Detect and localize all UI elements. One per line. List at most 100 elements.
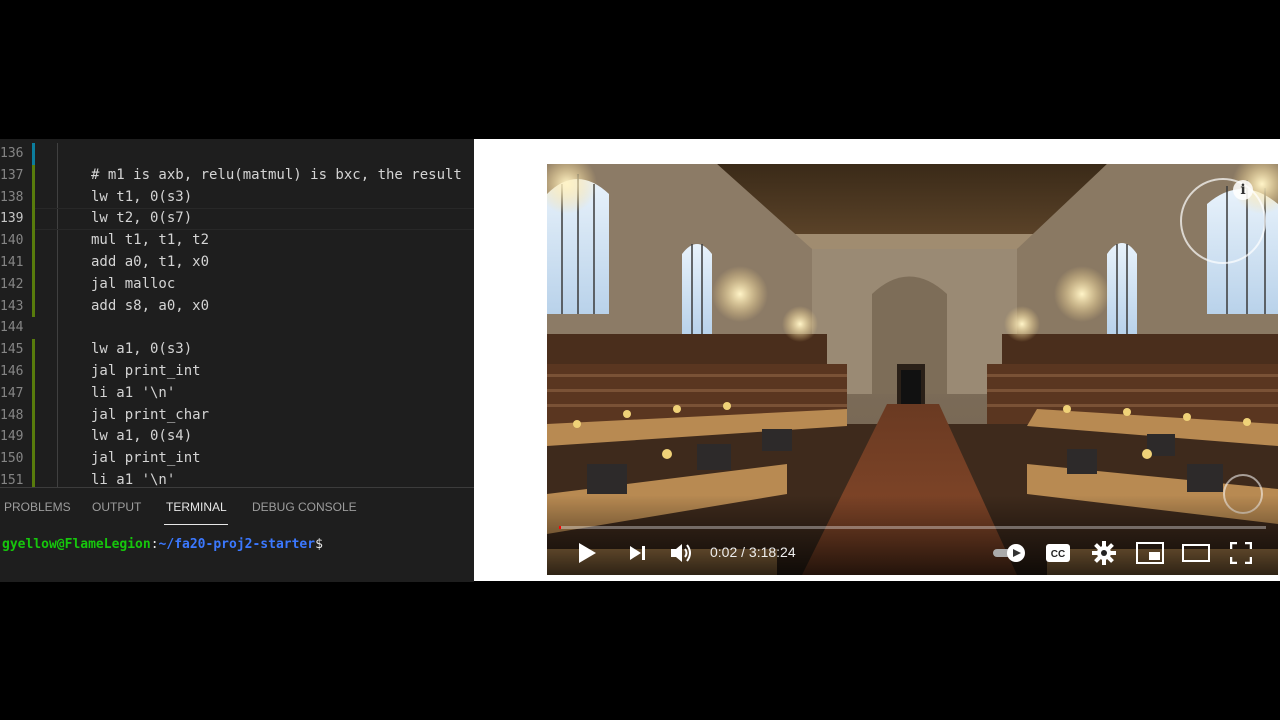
channel-logo[interactable] [1180,178,1266,264]
indent-guide [57,252,58,274]
line-number: 136 [0,146,24,161]
line-number: 149 [0,429,24,445]
git-change-marker[interactable] [32,186,35,209]
indent-guide [57,186,58,209]
autoplay-toggle-icon[interactable] [992,543,1028,563]
code-text: jal malloc [91,275,176,292]
indent-guide [57,426,58,449]
code-line[interactable]: 148 jal print_char [0,404,474,427]
code-line[interactable]: 142 jal malloc [0,273,474,296]
code-text: # m1 is axb, relu(matmul) is bxc, the re… [91,166,462,183]
line-number: 145 [0,342,24,358]
fullscreen-icon[interactable] [1230,542,1252,564]
code-text: mul t1, t1, t2 [91,232,210,249]
tab-output[interactable]: OUTPUT [92,500,141,514]
theater-mode-icon[interactable] [1182,544,1210,562]
git-change-marker[interactable] [32,230,35,252]
bottom-panel: PROBLEMS OUTPUT TERMINAL DEBUG CONSOLE g… [0,487,474,582]
indent-guide [57,164,58,187]
info-icon[interactable]: i [1233,180,1253,200]
tab-problems[interactable]: PROBLEMS [4,500,71,514]
indent-guide [57,273,58,296]
line-number: 142 [0,276,24,292]
line-number: 148 [0,407,24,423]
indent-guide [57,317,58,340]
line-number: 143 [0,298,24,314]
code-line[interactable]: 150 jal print_int [0,448,474,470]
indent-guide [57,404,58,427]
code-text: lw t2, 0(s7) [91,210,193,227]
git-change-marker[interactable] [32,404,35,427]
git-change-marker[interactable] [32,426,35,449]
prompt-path: ~/fa20-proj2-starter [158,537,316,552]
code-text: jal print_char [91,406,210,423]
code-line[interactable]: 139 lw t2, 0(s7) [0,208,474,231]
tab-terminal[interactable]: TERMINAL [166,500,227,514]
git-change-marker[interactable] [32,448,35,470]
code-text: lw a1, 0(s3) [91,341,193,358]
progress-fill [559,526,562,529]
progress-bar[interactable] [559,526,1266,529]
code-text: li a1 '\n' [91,472,176,487]
code-line[interactable]: 144 [0,317,474,340]
code-text: add a0, t1, x0 [91,254,210,270]
git-change-marker[interactable] [32,143,35,165]
code-line[interactable]: 141 add a0, t1, x0 [0,252,474,274]
indent-guide [57,339,58,361]
controls-gradient [547,495,1278,575]
line-number: 141 [0,255,24,270]
gear-icon[interactable] [1092,541,1116,565]
git-change-marker[interactable] [32,339,35,361]
line-number: 137 [0,167,24,183]
indent-guide [57,361,58,383]
prompt-user-host: gyellow@FlameLegion [2,537,151,552]
next-icon[interactable] [627,543,647,563]
line-number: 151 [0,473,24,487]
git-change-marker[interactable] [32,164,35,187]
indent-guide [57,143,58,165]
line-number: 139 [0,211,24,227]
indent-guide [57,295,58,318]
play-icon[interactable] [575,541,599,565]
svg-text:CC: CC [1051,549,1065,560]
prompt-dollar: $ [315,537,323,552]
code-line[interactable]: 147 li a1 '\n' [0,382,474,405]
git-change-marker[interactable] [32,361,35,383]
line-number: 146 [0,364,24,379]
prompt-colon: : [150,537,159,552]
code-line[interactable]: 145 lw a1, 0(s3) [0,339,474,361]
indent-guide [57,230,58,252]
video-player[interactable]: i 0:02 / 3:18:24 CC [547,164,1278,575]
git-change-marker[interactable] [32,295,35,318]
line-number: 150 [0,451,24,467]
code-line[interactable]: 151 li a1 '\n' [0,470,474,487]
code-line[interactable]: 146 jal print_int [0,361,474,383]
captions-icon[interactable]: CC [1045,542,1071,564]
indent-guide [57,470,58,487]
line-number: 147 [0,385,24,401]
code-text: add s8, a0, x0 [91,297,210,314]
code-line[interactable]: 149 lw a1, 0(s4) [0,426,474,449]
git-change-marker[interactable] [32,382,35,405]
line-number: 140 [0,233,24,249]
active-tab-indicator [164,524,228,525]
code-line[interactable]: 143 add s8, a0, x0 [0,295,474,318]
terminal-prompt[interactable]: gyellow@FlameLegion:~/fa20-proj2-starter… [2,537,323,552]
git-change-marker[interactable] [32,252,35,274]
indent-guide [57,448,58,470]
code-text: lw a1, 0(s4) [91,428,193,445]
git-change-marker[interactable] [32,470,35,487]
code-editor[interactable]: 136 137 # m1 is axb, relu(matmul) is bxc, … [0,139,474,487]
code-text: jal print_int [91,450,201,467]
miniplayer-icon[interactable] [1136,542,1164,564]
code-line[interactable]: 138 lw t1, 0(s3) [0,186,474,209]
indent-guide [57,382,58,405]
code-line[interactable]: 140 mul t1, t1, t2 [0,230,474,252]
tab-debug-console[interactable]: DEBUG CONSOLE [252,500,357,514]
code-line[interactable]: 136 [0,143,474,165]
code-text: lw t1, 0(s3) [91,188,193,205]
git-change-marker[interactable] [32,273,35,296]
volume-icon[interactable] [668,540,694,566]
time-display: 0:02 / 3:18:24 [710,544,796,560]
code-line[interactable]: 137 # m1 is axb, relu(matmul) is bxc, the… [0,164,474,187]
